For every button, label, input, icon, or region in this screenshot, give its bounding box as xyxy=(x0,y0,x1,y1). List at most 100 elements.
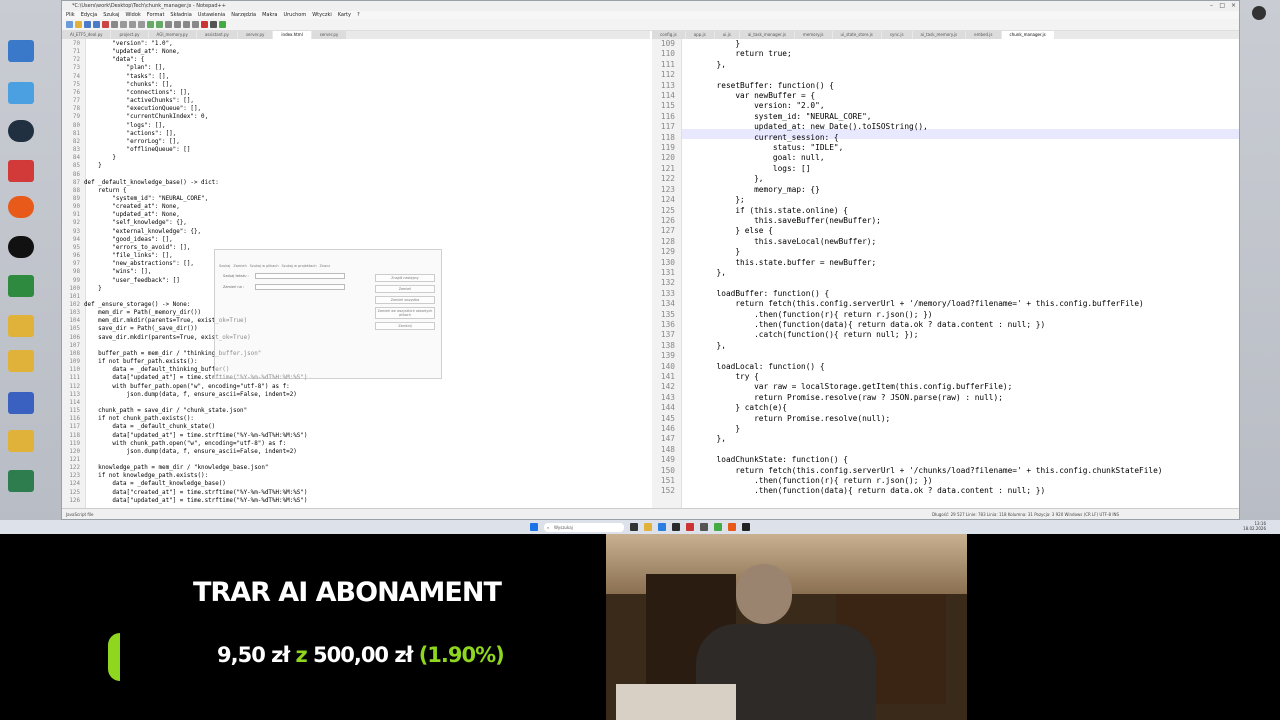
code-line[interactable]: 152 .then(function(data){ return data.ok… xyxy=(653,486,1163,496)
code-line[interactable]: 119 with chunk_path.open("w", encoding="… xyxy=(64,440,307,448)
dialog-button[interactable]: Zamień wszystko xyxy=(375,296,435,304)
file-tab[interactable]: server.py xyxy=(237,31,273,39)
code-line[interactable]: 126 data["updated_at"] = time.strftime("… xyxy=(64,497,307,505)
code-line[interactable]: 115 version: "2.0", xyxy=(653,101,1163,111)
app-icon[interactable] xyxy=(686,523,694,531)
file-tab[interactable]: config.js xyxy=(652,31,685,39)
code-line[interactable]: 91 "updated_at": None, xyxy=(64,211,307,219)
code-line[interactable]: 89 "system_id": "NEURAL_CORE", xyxy=(64,195,307,203)
code-line[interactable]: 140 loadLocal: function() { xyxy=(653,362,1163,372)
maximize-icon[interactable]: □ xyxy=(1219,1,1225,11)
code-line[interactable]: 116 system_id: "NEURAL_CORE", xyxy=(653,112,1163,122)
code-line[interactable]: 114 xyxy=(64,399,307,407)
menu-item[interactable]: Składnia xyxy=(170,11,191,19)
desktop-icon[interactable] xyxy=(8,275,34,297)
code-line[interactable]: 138 }, xyxy=(653,341,1163,351)
file-tab[interactable]: memory.js xyxy=(794,31,832,39)
menu-item[interactable]: Karty xyxy=(338,11,351,19)
code-line[interactable]: 121 xyxy=(64,456,307,464)
menu-item[interactable]: Makra xyxy=(262,11,277,19)
stop-macro-icon[interactable] xyxy=(210,21,217,28)
code-line[interactable]: 123 memory_map: {} xyxy=(653,185,1163,195)
code-line[interactable]: 151 .then(function(r){ return r.json(); … xyxy=(653,476,1163,486)
code-line[interactable]: 84 } xyxy=(64,154,307,162)
close-icon[interactable]: × xyxy=(1231,1,1236,11)
folder-icon[interactable] xyxy=(8,315,34,337)
brave-icon[interactable] xyxy=(8,196,34,218)
brave-icon[interactable] xyxy=(728,523,736,531)
taskbar-search[interactable]: ⌕ Wyszukaj xyxy=(544,522,624,532)
dialog-tab[interactable]: Zamień xyxy=(233,264,246,268)
code-line[interactable]: 86 xyxy=(64,171,307,179)
dialog-button[interactable]: Zamień xyxy=(375,285,435,293)
desktop-icon[interactable] xyxy=(8,470,34,492)
code-line[interactable]: 78 "executionQueue": [], xyxy=(64,105,307,113)
desktop-icon[interactable] xyxy=(8,120,34,142)
dialog-tab[interactable]: Szukaj w projektach xyxy=(282,264,317,268)
minimize-icon[interactable]: – xyxy=(1210,1,1213,11)
code-line[interactable]: 73 "plan": [], xyxy=(64,64,307,72)
code-line[interactable]: 116 if not chunk_path.exists(): xyxy=(64,415,307,423)
record-macro-icon[interactable] xyxy=(201,21,208,28)
code-area[interactable]: 109 } 110 return true; 111 }, 112 113 resetB… xyxy=(653,39,1163,497)
menu-item[interactable]: Widok xyxy=(125,11,140,19)
file-tab[interactable]: project.py xyxy=(111,31,148,39)
find-input[interactable] xyxy=(255,273,345,279)
code-line[interactable]: 133 loadBuffer: function() { xyxy=(653,289,1163,299)
file-tab[interactable]: ai_task_manager.js xyxy=(739,31,794,39)
clock[interactable]: 13:16 18.02.2026 xyxy=(1243,521,1266,531)
file-tab[interactable]: server.py xyxy=(311,31,347,39)
redo-icon[interactable] xyxy=(156,21,163,28)
zoom-in-icon[interactable] xyxy=(183,21,190,28)
close-file-icon[interactable] xyxy=(102,21,109,28)
code-line[interactable]: 124 }; xyxy=(653,195,1163,205)
code-line[interactable]: 124 data = _default_knowledge_base() xyxy=(64,480,307,488)
code-line[interactable]: 109 } xyxy=(653,39,1163,49)
dialog-tab[interactable]: Znacz xyxy=(320,264,331,268)
code-line[interactable]: 120 goal: null, xyxy=(653,153,1163,163)
file-tab[interactable]: chunk_manager.js xyxy=(1001,31,1054,39)
new-file-icon[interactable] xyxy=(66,21,73,28)
dialog-button[interactable]: Znajdź następny xyxy=(375,274,435,282)
menu-item[interactable]: Narzędzia xyxy=(231,11,256,19)
code-line[interactable]: 114 var newBuffer = { xyxy=(653,91,1163,101)
app-icon[interactable] xyxy=(700,523,708,531)
code-line[interactable]: 83 "offlineQueue": [] xyxy=(64,146,307,154)
code-line[interactable]: 122 knowledge_path = mem_dir / "knowledg… xyxy=(64,464,307,472)
folder-icon[interactable] xyxy=(8,350,34,372)
code-line[interactable]: 112 xyxy=(653,70,1163,80)
code-line[interactable]: 126 this.saveBuffer(newBuffer); xyxy=(653,216,1163,226)
code-line[interactable]: 80 "logs": [], xyxy=(64,122,307,130)
file-tab[interactable]: AI_ETF5_deal.py xyxy=(62,31,111,39)
file-tab[interactable]: embed.js xyxy=(966,31,1001,39)
file-tab[interactable]: ui.js xyxy=(714,31,739,39)
code-line[interactable]: 121 logs: [] xyxy=(653,164,1163,174)
right-editor[interactable]: 109 } 110 return true; 111 }, 112 113 resetB… xyxy=(652,39,1239,508)
code-line[interactable]: 122 }, xyxy=(653,174,1163,184)
code-line[interactable]: 71 "updated_at": None, xyxy=(64,48,307,56)
code-line[interactable]: 142 var raw = localStorage.getItem(this.… xyxy=(653,382,1163,392)
open-file-icon[interactable] xyxy=(75,21,82,28)
code-line[interactable]: 94 "good_ideas": [], xyxy=(64,236,307,244)
code-line[interactable]: 149 loadChunkState: function() { xyxy=(653,455,1163,465)
print-icon[interactable] xyxy=(111,21,118,28)
code-line[interactable]: 81 "actions": [], xyxy=(64,130,307,138)
code-line[interactable]: 129 } xyxy=(653,247,1163,257)
code-line[interactable]: 70 "version": "1.0", xyxy=(64,40,307,48)
left-editor[interactable]: 70 "version": "1.0", 71 "updated_at": Non… xyxy=(62,39,645,508)
menu-item[interactable]: Format xyxy=(147,11,165,19)
code-line[interactable]: 123 if not knowledge_path.exists(): xyxy=(64,472,307,480)
start-icon[interactable] xyxy=(530,523,538,531)
find-icon[interactable] xyxy=(165,21,172,28)
dialog-tab[interactable]: Szukaj w plikach xyxy=(250,264,279,268)
file-tab[interactable]: ui_state_store.js xyxy=(832,31,881,39)
desktop-icon[interactable] xyxy=(8,82,34,104)
edge-icon[interactable] xyxy=(658,523,666,531)
code-line[interactable]: 127 } else { xyxy=(653,226,1163,236)
replace-input[interactable] xyxy=(255,284,345,290)
menu-item[interactable]: Plik xyxy=(66,11,75,19)
code-line[interactable]: 75 "chunks": [], xyxy=(64,81,307,89)
code-line[interactable]: 118 current_session: { xyxy=(653,133,1163,143)
code-line[interactable]: 118 data["updated_at"] = time.strftime("… xyxy=(64,432,307,440)
code-line[interactable]: 90 "created_at": None, xyxy=(64,203,307,211)
